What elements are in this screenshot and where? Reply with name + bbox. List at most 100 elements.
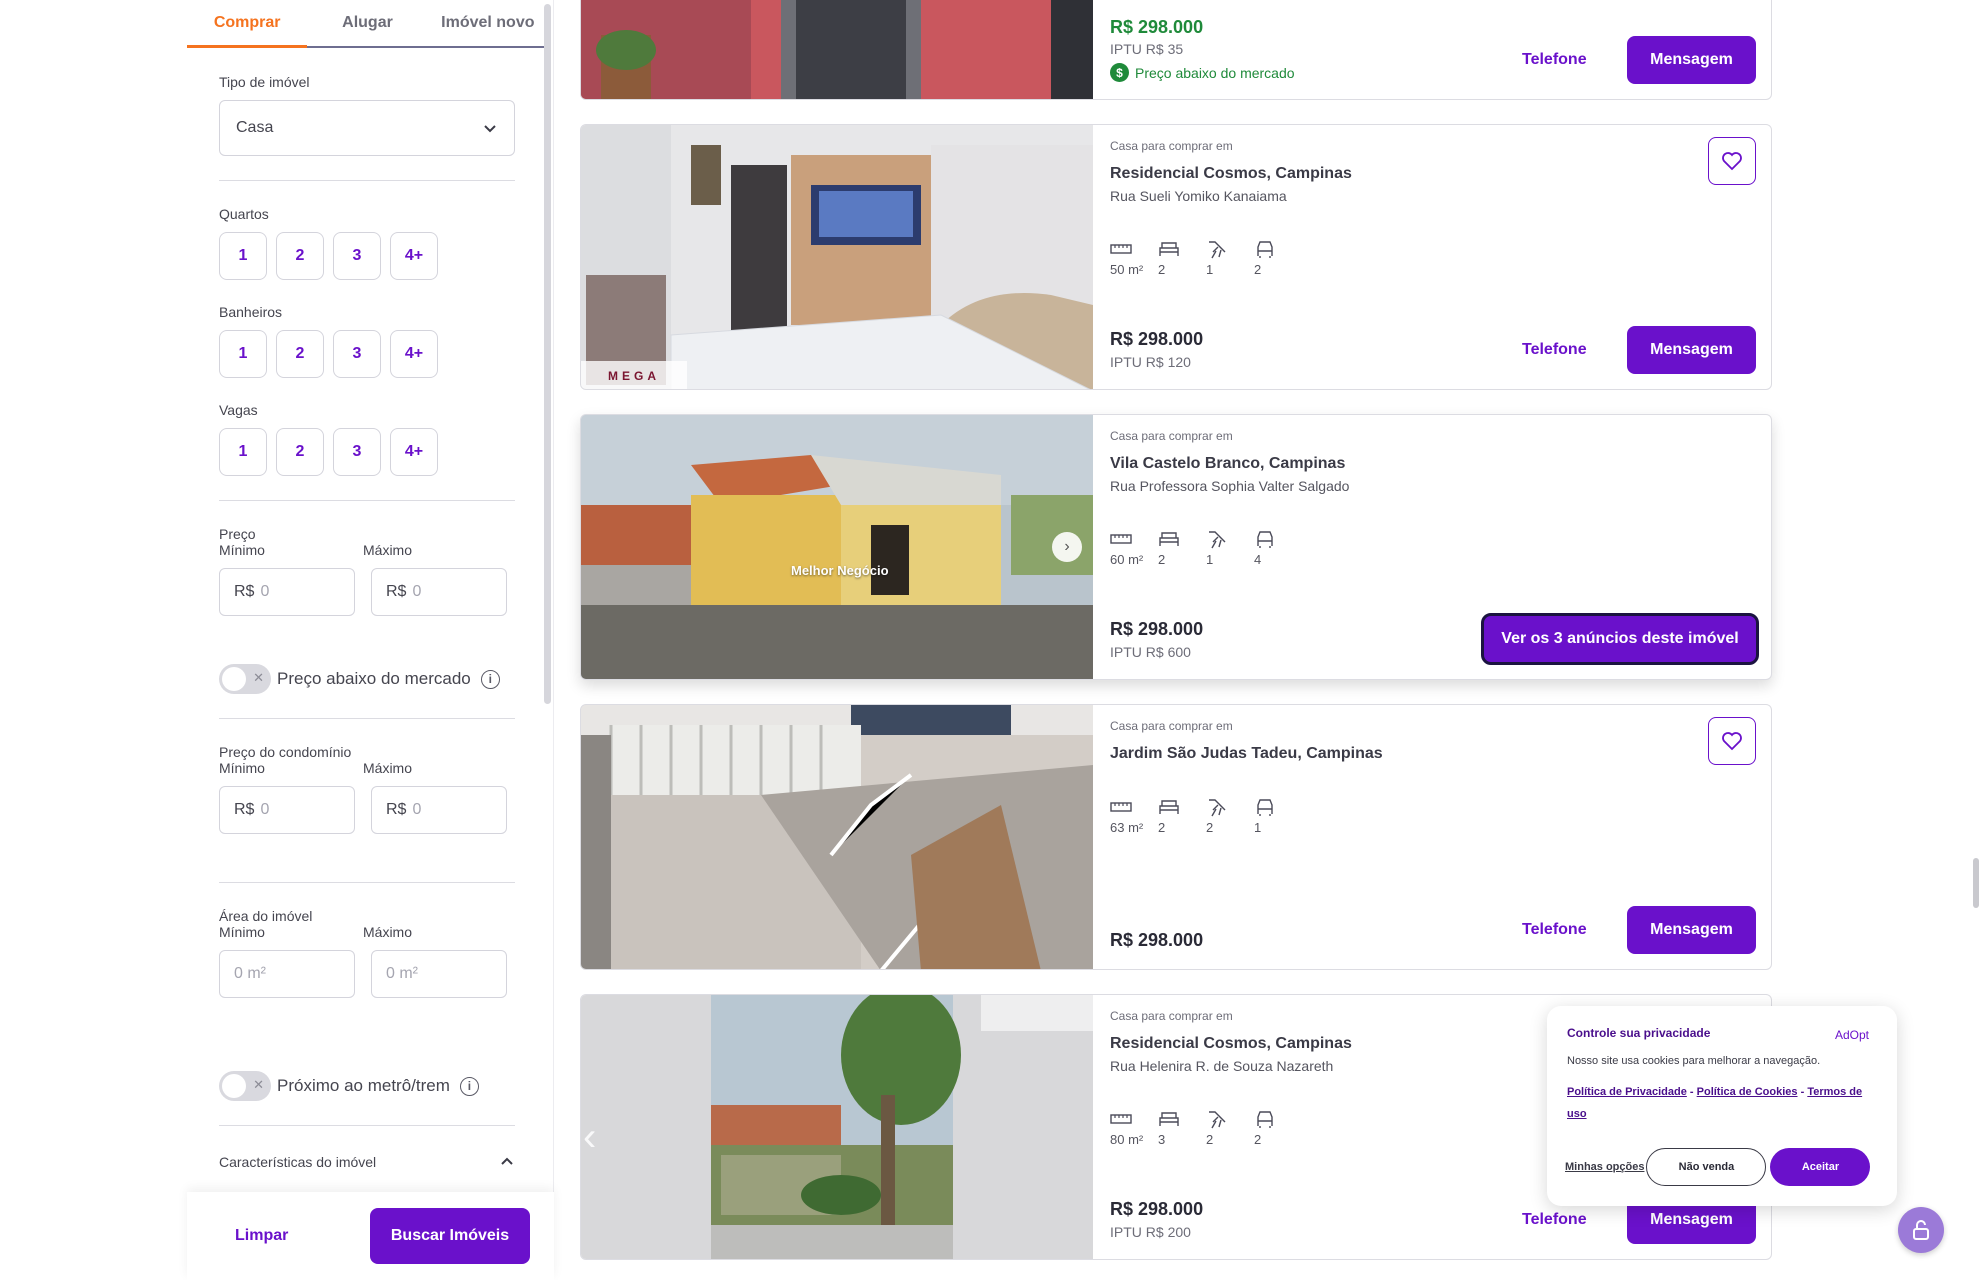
cookie-title: Controle sua privacidade — [1567, 1026, 1711, 1040]
condo-min-input[interactable]: R$ 0 — [219, 786, 355, 834]
bedrooms-amenity: 2 — [1158, 797, 1206, 835]
property-type-value: Casa — [236, 119, 274, 136]
sidebar-scrollbar[interactable] — [544, 4, 551, 704]
listing-photo[interactable]: MEGA — [581, 125, 1093, 389]
message-button[interactable]: Mensagem — [1627, 36, 1756, 84]
cookie-options-link[interactable]: Minhas opções — [1565, 1161, 1644, 1173]
cookie-actions: Minhas opções Não venda Aceitar — [1565, 1148, 1871, 1186]
listing-title[interactable]: Vila Castelo Branco, Campinas — [1110, 455, 1345, 473]
bathrooms-option-2[interactable]: 2 — [276, 330, 324, 378]
bathrooms-option-4plus[interactable]: 4+ — [390, 330, 438, 378]
listing-title[interactable]: Residencial Cosmos, Campinas — [1110, 165, 1352, 183]
listing-info: Casa para comprar em Vila Castelo Branco… — [1093, 415, 1771, 679]
bedrooms-amenity: 3 — [1158, 1109, 1206, 1147]
condo-max-input[interactable]: R$ 0 — [371, 786, 507, 834]
cookie-brand[interactable]: AdOpt — [1835, 1028, 1869, 1042]
bedrooms-value: 2 — [1158, 820, 1166, 835]
rooms-option-3[interactable]: 3 — [333, 232, 381, 280]
listing-photo[interactable] — [581, 705, 1093, 969]
info-icon[interactable]: i — [480, 669, 500, 689]
area-min-label: Mínimo — [219, 924, 265, 940]
divider — [219, 718, 515, 719]
area-max-input[interactable]: 0 m² — [371, 950, 507, 998]
favorite-button[interactable] — [1708, 717, 1756, 765]
bedrooms-value: 2 — [1158, 262, 1166, 277]
parking-option-2[interactable]: 2 — [276, 428, 324, 476]
area-amenity: 60 m² — [1110, 529, 1158, 567]
listing-amenities: 63 m² 2 2 1 — [1110, 797, 1302, 835]
condo-min-label: Mínimo — [219, 760, 265, 776]
chevron-left-icon: ‹ — [583, 1115, 597, 1159]
below-market-badge-label: Preço abaixo do mercado — [1135, 64, 1295, 81]
cookie-policy-link[interactable]: Política de Cookies — [1697, 1086, 1798, 1098]
parking-option-1[interactable]: 1 — [219, 428, 267, 476]
currency-prefix: R$ — [386, 801, 407, 818]
listing-card[interactable]: MEGA Casa para comprar em Residencial Co… — [580, 124, 1772, 390]
price-min-input[interactable]: R$ 0 — [219, 568, 355, 616]
listing-title[interactable]: Residencial Cosmos, Campinas — [1110, 1035, 1352, 1053]
info-icon[interactable]: i — [459, 1076, 479, 1096]
rooms-option-2[interactable]: 2 — [276, 232, 324, 280]
tab-comprar[interactable]: Comprar — [187, 0, 308, 48]
area-min-input[interactable]: 0 m² — [219, 950, 355, 998]
bathrooms-option-3[interactable]: 3 — [333, 330, 381, 378]
rooms-option-1[interactable]: 1 — [219, 232, 267, 280]
see-all-listings-button[interactable]: Ver os 3 anúncios deste imóvel — [1481, 613, 1759, 665]
property-type-select[interactable]: Casa — [219, 100, 515, 156]
close-icon: ✕ — [253, 1077, 264, 1092]
area-value: 60 m² — [1110, 552, 1144, 567]
message-button[interactable]: Mensagem — [1627, 906, 1756, 954]
page-scrollbar[interactable] — [1973, 858, 1979, 908]
chevron-up-icon — [501, 1157, 513, 1165]
area-value: 80 m² — [1110, 1132, 1144, 1147]
parking-value: 1 — [1254, 820, 1262, 835]
phone-button[interactable]: Telefone — [1522, 921, 1587, 939]
bathrooms-amenity: 1 — [1206, 239, 1254, 277]
parking-amenity: 2 — [1254, 239, 1302, 277]
area-max-placeholder: 0 m² — [386, 965, 418, 982]
listing-photo[interactable]: Melhor Negócio › — [581, 415, 1093, 679]
divider — [219, 882, 515, 883]
bedrooms-amenity: 2 — [1158, 239, 1206, 277]
parking-option-3[interactable]: 3 — [333, 428, 381, 476]
bathrooms-value: 2 — [1206, 1132, 1214, 1147]
rooms-option-4plus[interactable]: 4+ — [390, 232, 438, 280]
phone-button[interactable]: Telefone — [1522, 341, 1587, 359]
cookie-accept-button[interactable]: Aceitar — [1770, 1148, 1871, 1186]
listing-title[interactable]: Jardim São Judas Tadeu, Campinas — [1110, 745, 1383, 763]
condo-range-labels: Mínimo Máximo — [219, 760, 507, 776]
search-button[interactable]: Buscar Imóveis — [370, 1208, 530, 1264]
listing-photo[interactable] — [581, 0, 1093, 99]
below-market-toggle[interactable]: ✕ — [219, 664, 271, 694]
phone-button[interactable]: Telefone — [1522, 1211, 1587, 1229]
previous-photo-button[interactable]: ‹ — [583, 1115, 596, 1160]
features-header[interactable]: Características do imóvel — [219, 1154, 515, 1168]
listing-card[interactable]: Melhor Negócio › Casa para comprar em Vi… — [580, 414, 1772, 680]
tab-imovel-novo[interactable]: Imóvel novo — [428, 0, 548, 46]
near-metro-toggle[interactable]: ✕ — [219, 1071, 271, 1101]
next-photo-button[interactable]: › — [1052, 532, 1082, 562]
phone-button[interactable]: Telefone — [1522, 51, 1587, 69]
bathrooms-option-1[interactable]: 1 — [219, 330, 267, 378]
area-min-placeholder: 0 m² — [234, 965, 266, 982]
listing-card[interactable]: R$ 298.000 IPTU R$ 35 $ Preço abaixo do … — [580, 0, 1772, 100]
listing-card[interactable]: Casa para comprar em Jardim São Judas Ta… — [580, 704, 1772, 970]
price-min-placeholder: 0 — [260, 583, 270, 600]
tab-alugar[interactable]: Alugar — [307, 0, 427, 46]
listing-price: R$ 298.000 — [1110, 1199, 1204, 1219]
bathrooms-value: 1 — [1206, 552, 1214, 567]
listing-photo[interactable]: ‹ — [581, 995, 1093, 1259]
listing-info: R$ 298.000 IPTU R$ 35 $ Preço abaixo do … — [1093, 0, 1771, 99]
listing-street: Rua Helenira R. de Souza Nazareth — [1110, 1058, 1334, 1074]
clear-filters-button[interactable]: Limpar — [211, 1227, 312, 1245]
parking-option-4plus[interactable]: 4+ — [390, 428, 438, 476]
house-photo — [581, 415, 1093, 679]
cookie-deny-button[interactable]: Não venda — [1646, 1148, 1767, 1186]
message-button[interactable]: Mensagem — [1627, 326, 1756, 374]
price-max-input[interactable]: R$ 0 — [371, 568, 507, 616]
listing-amenities: 80 m² 3 2 2 — [1110, 1109, 1302, 1147]
privacy-policy-link[interactable]: Política de Privacidade — [1567, 1086, 1687, 1098]
favorite-button[interactable] — [1708, 137, 1756, 185]
heart-icon — [1722, 152, 1742, 171]
privacy-settings-button[interactable] — [1898, 1207, 1944, 1253]
